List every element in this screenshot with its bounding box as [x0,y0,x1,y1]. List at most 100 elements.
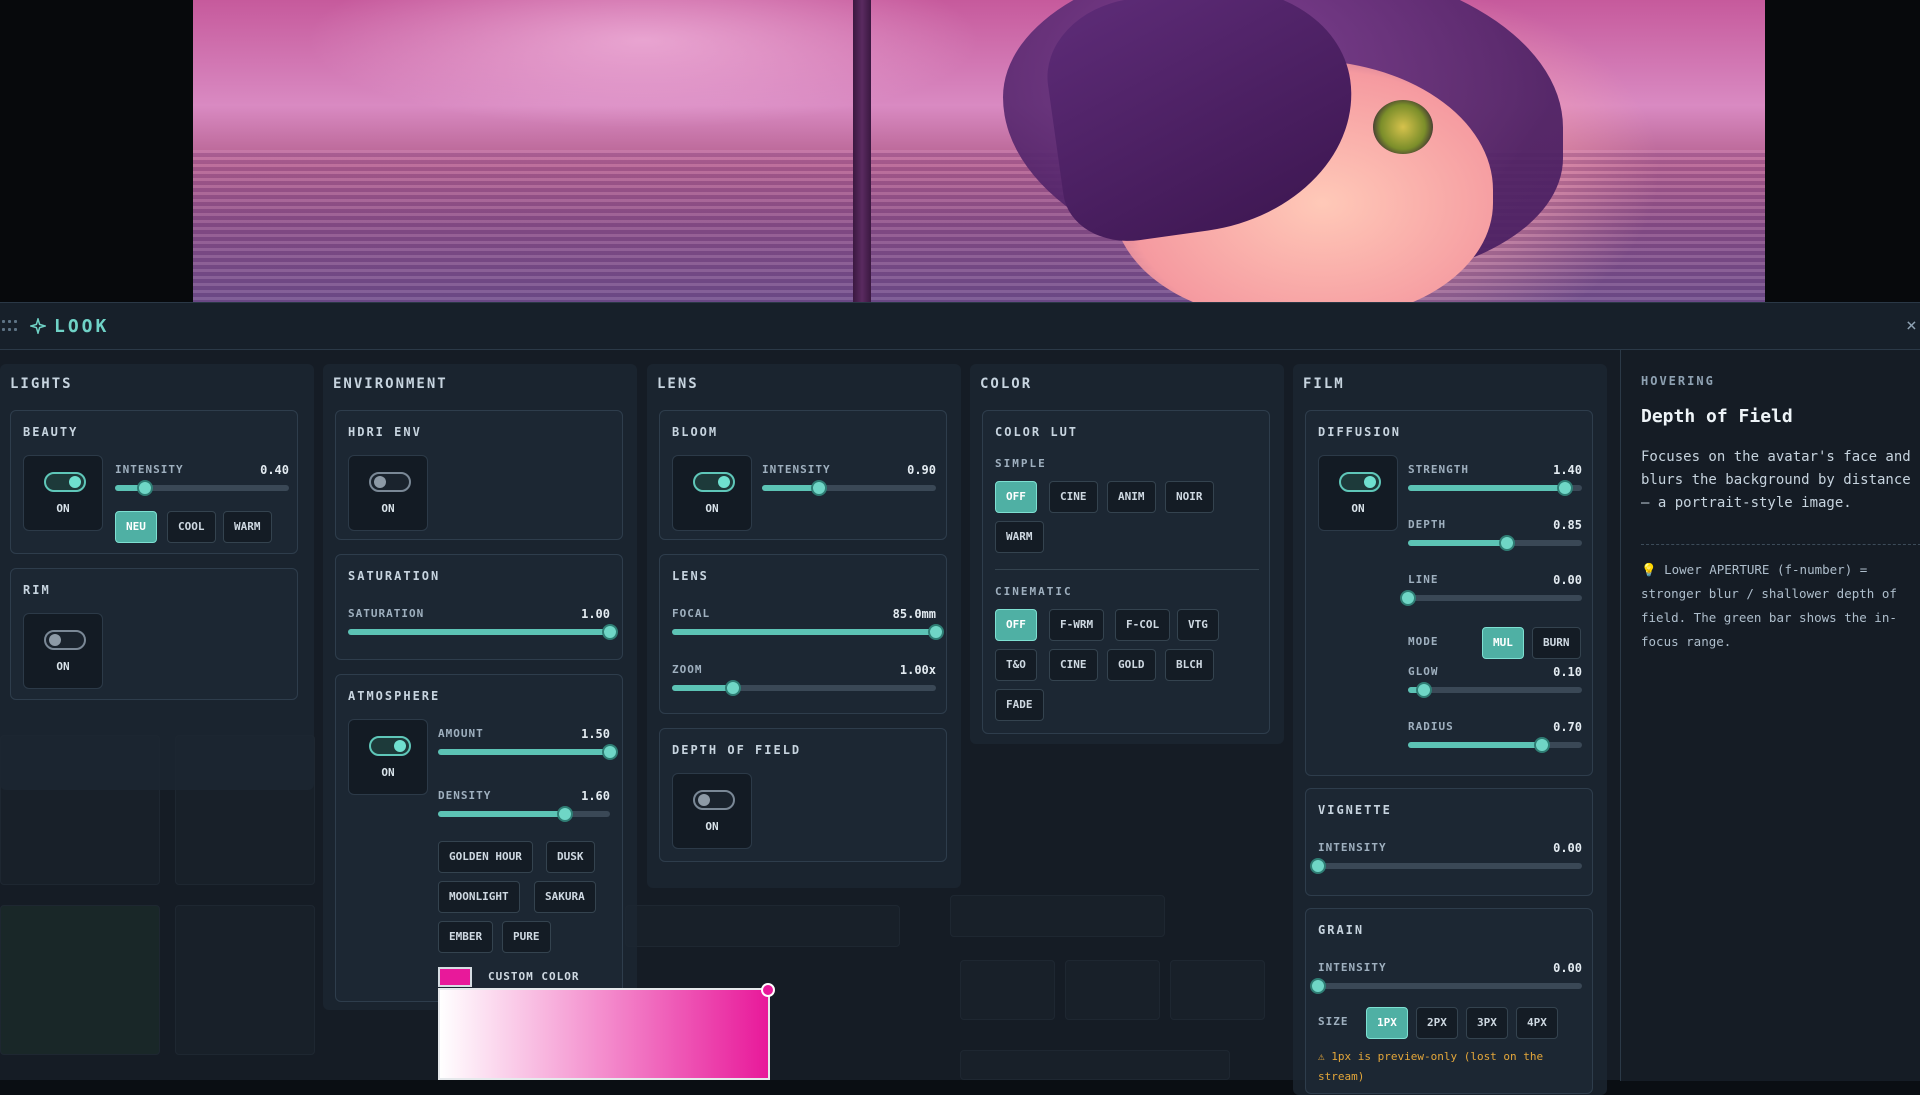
slider-thumb[interactable] [811,480,828,496]
slider-thumb[interactable] [1400,590,1416,606]
diffusion-toggle-box[interactable]: ON [1318,455,1398,531]
hdri-toggle-box[interactable]: ON [348,455,428,531]
saturation-title: SATURATION [348,569,441,583]
slider-thumb[interactable] [724,680,741,696]
bloom-intensity-slider[interactable]: INTENSITY 0.90 [762,463,936,496]
atmosphere-toggle-box[interactable]: ON [348,719,428,795]
hover-description: Focuses on the avatar's face and blurs t… [1641,449,1911,511]
color-picker-handle[interactable] [761,983,775,997]
bloom-toggle[interactable] [693,472,735,492]
grain-size-2px[interactable]: 2PX [1416,1007,1458,1039]
line-value: 0.00 [1553,573,1582,587]
atmosphere-preset-pure[interactable]: PURE [502,921,551,953]
lut-cine-t-o[interactable]: T&O [995,649,1037,681]
glow-label: GLOW [1408,665,1439,678]
beauty-preset-warm[interactable]: WARM [223,511,272,543]
strength-slider[interactable]: STRENGTH 1.40 [1408,463,1582,496]
color-lut-card: COLOR LUT SIMPLE OFF CINE ANIM NOIR WARM… [982,410,1270,734]
lut-cine-cine[interactable]: CINE [1049,649,1098,681]
environment-title: ENVIRONMENT [333,376,448,392]
lut-cine-vtg[interactable]: VTG [1177,609,1219,641]
radius-slider[interactable]: RADIUS 0.70 [1408,720,1582,753]
slider-thumb[interactable] [1415,682,1432,698]
zoom-slider[interactable]: ZOOM 1.00x [672,663,936,696]
mode-mul[interactable]: MUL [1482,627,1524,659]
diffusion-toggle[interactable] [1339,472,1381,492]
panel-header: LOOK × [0,303,1920,350]
glow-value: 0.10 [1553,665,1582,679]
depth-slider[interactable]: DEPTH 0.85 [1408,518,1582,551]
lut-cine-f-col[interactable]: F-COL [1115,609,1171,641]
lights-column: LIGHTS BEAUTY ON INTENSITY 0.40 NEU COOL… [0,364,314,790]
line-slider[interactable]: LINE 0.00 [1400,573,1582,606]
slider-thumb[interactable] [602,744,618,760]
lights-title: LIGHTS [10,376,73,392]
look-panel: LOOK × LIGHTS BEAUTY ON INTENSITY 0.40 N… [0,302,1920,1095]
rim-toggle-box[interactable]: ON [23,613,103,689]
atmosphere-preset-dusk[interactable]: DUSK [546,841,595,873]
lut-cine-fade[interactable]: FADE [995,689,1044,721]
avatar-render [193,0,1765,302]
bloom-intensity-label: INTENSITY [762,463,831,476]
mode-burn[interactable]: BURN [1532,627,1581,659]
glow-slider[interactable]: GLOW 0.10 [1408,665,1582,698]
drag-handle-icon[interactable] [2,320,18,332]
beauty-preset-neu[interactable]: NEU [115,511,157,543]
atmosphere-toggle[interactable] [369,736,411,756]
bloom-toggle-label: ON [705,502,719,515]
atmosphere-preset-sakura[interactable]: SAKURA [534,881,596,913]
atmosphere-amount-slider[interactable]: AMOUNT 1.50 [438,727,618,760]
atmosphere-preset-golden-hour[interactable]: GOLDEN HOUR [438,841,533,873]
lut-simple-noir[interactable]: NOIR [1165,481,1214,513]
lut-cine-f-wrm[interactable]: F-WRM [1049,609,1105,641]
atmosphere-density-slider[interactable]: DENSITY 1.60 [438,789,610,822]
beauty-toggle[interactable] [44,472,86,492]
slider-thumb[interactable] [1556,480,1573,496]
lut-simple-cine[interactable]: CINE [1049,481,1098,513]
lut-simple-warm[interactable]: WARM [995,521,1044,553]
slider-thumb[interactable] [557,806,574,822]
slider-thumb[interactable] [1310,858,1326,874]
bloom-toggle-box[interactable]: ON [672,455,752,531]
grain-size-3px[interactable]: 3PX [1466,1007,1508,1039]
hdri-toggle-label: ON [381,502,395,515]
vignette-intensity-slider[interactable]: INTENSITY 0.00 [1310,841,1582,874]
density-label: DENSITY [438,789,492,802]
atmosphere-preset-ember[interactable]: EMBER [438,921,494,953]
grain-size-4px[interactable]: 4PX [1516,1007,1558,1039]
close-icon[interactable]: × [1906,317,1920,335]
beauty-preset-cool[interactable]: COOL [167,511,216,543]
saturation-slider[interactable]: SATURATION 1.00 [348,607,618,640]
beauty-intensity-slider[interactable]: INTENSITY 0.40 [115,463,289,496]
lut-cine-blch[interactable]: BLCH [1165,649,1214,681]
sparkle-icon [30,318,46,334]
rim-toggle[interactable] [44,630,86,650]
avatar-viewport[interactable] [0,0,1920,302]
grain-intensity-slider[interactable]: INTENSITY 0.00 [1310,961,1582,994]
grain-size-1px[interactable]: 1PX [1366,1007,1408,1039]
slider-thumb[interactable] [928,624,944,640]
dof-toggle-box[interactable]: ON [672,773,752,849]
lut-cine-gold[interactable]: GOLD [1107,649,1156,681]
hdri-toggle[interactable] [369,472,411,492]
slider-thumb[interactable] [1499,535,1516,551]
lut-cine-off[interactable]: OFF [995,609,1037,641]
hover-info-panel: HOVERING Depth of Field Focuses on the a… [1620,350,1920,1081]
film-column: FILM DIFFUSION ON STRENGTH 1.40 DEPTH 0.… [1293,364,1607,1095]
grain-intensity-value: 0.00 [1553,961,1582,975]
lut-simple-off[interactable]: OFF [995,481,1037,513]
dof-toggle[interactable] [693,790,735,810]
color-picker[interactable] [438,983,775,1080]
diffusion-card: DIFFUSION ON STRENGTH 1.40 DEPTH 0.85 LI… [1305,410,1593,776]
slider-thumb[interactable] [1310,978,1326,994]
lens-card-title: LENS [672,569,709,583]
grain-intensity-label: INTENSITY [1318,961,1387,974]
slider-thumb[interactable] [602,624,618,640]
atmosphere-preset-moonlight[interactable]: MOONLIGHT [438,881,520,913]
beauty-toggle-box[interactable]: ON [23,455,103,531]
slider-thumb[interactable] [136,480,153,496]
lut-simple-anim[interactable]: ANIM [1107,481,1156,513]
custom-color-swatch[interactable] [438,967,472,987]
focal-slider[interactable]: FOCAL 85.0mm [672,607,944,640]
slider-thumb[interactable] [1533,737,1550,753]
